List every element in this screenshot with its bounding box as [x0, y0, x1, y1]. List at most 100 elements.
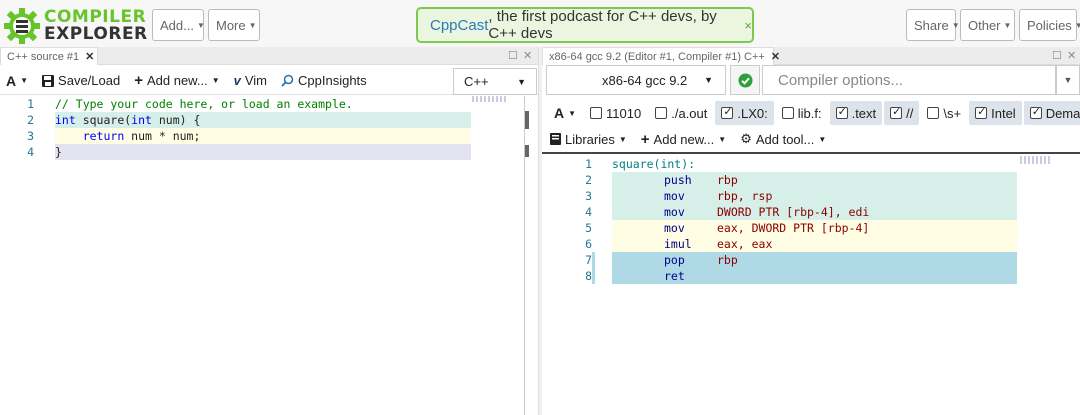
libraries-button[interactable]: Libraries ▼: [550, 132, 627, 147]
tab-title: x86-64 gcc 9.2 (Editor #1, Compiler #1) …: [549, 51, 765, 63]
libraries-label: Libraries: [565, 131, 615, 147]
caret-down-icon: ▼: [248, 20, 257, 30]
cppinsights-button[interactable]: CppInsights: [281, 73, 367, 88]
compiler-value: x86-64 gcc 9.2: [602, 72, 688, 88]
line-number: 1: [585, 157, 592, 171]
compiler-explorer-logo[interactable]: COMPILER EXPLORER: [4, 6, 147, 46]
checkbox-checked-icon: [890, 105, 903, 119]
asm-args: rbp, rsp: [717, 189, 773, 203]
line-number: 7: [585, 253, 592, 267]
scrollbar-thumb[interactable]: [525, 111, 529, 129]
news-close-icon[interactable]: ×: [744, 18, 752, 33]
line-number: 3: [585, 189, 592, 203]
code-line: // Type your code here, or load an examp…: [55, 96, 471, 112]
share-dropdown-button[interactable]: Share ▼: [906, 9, 960, 41]
filter-library-functions[interactable]: lib.f:: [776, 101, 828, 125]
options-dropdown-button[interactable]: ▼: [1056, 65, 1080, 95]
policies-dropdown-button[interactable]: Policies ▼: [1019, 9, 1080, 41]
maximize-icon[interactable]: ☐: [508, 49, 518, 62]
filter-label: \s+: [943, 105, 962, 121]
other-dropdown-button[interactable]: Other ▼: [960, 9, 1015, 41]
asm-op: mov: [664, 205, 685, 219]
source-editor[interactable]: // Type your code here, or load an examp…: [0, 96, 524, 415]
filter-binary[interactable]: 11010: [584, 101, 647, 125]
tab-cpp-source[interactable]: C++ source #1 ✕: [0, 47, 98, 65]
font-size-button[interactable]: A ▼: [548, 101, 582, 125]
minimap[interactable]: [1020, 156, 1050, 164]
plus-icon: +: [134, 72, 143, 89]
compile-status[interactable]: [730, 65, 760, 95]
compiler-options-input[interactable]: Compiler options...: [762, 65, 1056, 95]
filter-whitespace[interactable]: \s+: [921, 101, 967, 125]
font-size-button[interactable]: A ▼: [6, 73, 28, 89]
source-pane: C++ source #1 ✕ ☐ ✕ A ▼ Save/Load + Add ne…: [0, 47, 538, 415]
close-pane-icon[interactable]: ✕: [523, 49, 532, 62]
line-number: 6: [585, 237, 592, 251]
add-new-label: Add new...: [146, 73, 208, 88]
policies-label: Policies: [1027, 17, 1072, 33]
magnifier-icon: [281, 74, 294, 87]
plus-icon: +: [640, 130, 650, 148]
cppinsights-label: CppInsights: [298, 73, 367, 88]
caret-down-icon: ▼: [1074, 20, 1080, 30]
filter-label: .LX0:: [737, 105, 768, 121]
save-load-button[interactable]: Save/Load: [42, 73, 120, 88]
asm-args: eax, DWORD PTR [rbp-4]: [717, 221, 870, 235]
asm-op: mov: [664, 189, 685, 203]
tab-title: C++ source #1: [7, 51, 80, 63]
save-load-label: Save/Load: [58, 73, 121, 88]
filter-directives[interactable]: .text: [829, 101, 883, 125]
compiler-select[interactable]: x86-64 gcc 9.2 ▼: [546, 65, 726, 95]
filter-label: ./a.out: [671, 105, 708, 121]
filter-execute[interactable]: ./a.out: [649, 101, 713, 125]
code-line: return num * num;: [55, 128, 471, 144]
add-new-pane-button[interactable]: + Add new... ▼: [641, 131, 726, 148]
font-icon: A: [554, 105, 565, 121]
assembly-output[interactable]: square(int): push rbp mov rbp, rsp mov D…: [542, 152, 1080, 415]
compiler-pane: x86-64 gcc 9.2 (Editor #1, Compiler #1) …: [542, 47, 1080, 415]
caret-down-icon: ▼: [1003, 20, 1012, 30]
scrollbar-track: [524, 96, 525, 415]
vim-toggle-button[interactable]: v Vim: [234, 73, 267, 88]
gutter-marker: [592, 252, 595, 284]
more-label: More: [216, 17, 246, 33]
add-new-button[interactable]: + Add new... ▼: [134, 72, 219, 89]
more-dropdown-button[interactable]: More ▼: [208, 9, 260, 41]
asm-args: rbp: [717, 173, 738, 187]
caret-down-icon: ▼: [951, 20, 960, 30]
keyword-int: int: [131, 113, 152, 127]
add-tool-button[interactable]: ⚙ Add tool... ▼: [740, 131, 826, 147]
caret-down-icon: ▼: [568, 108, 577, 118]
add-dropdown-button[interactable]: Add... ▼: [152, 9, 205, 41]
close-icon[interactable]: ✕: [85, 51, 94, 63]
vim-icon: v: [233, 73, 241, 88]
line-number: 2: [585, 173, 592, 187]
close-pane-icon[interactable]: ✕: [1067, 49, 1076, 62]
asm-op: mov: [664, 221, 685, 235]
filter-comments[interactable]: //: [884, 101, 920, 125]
top-navbar: COMPILER EXPLORER Add... ▼ More ▼ CppCast …: [0, 0, 1080, 50]
line-number: 1: [27, 97, 34, 111]
cogs-icon: ⚙: [740, 131, 752, 146]
filter-labels[interactable]: .LX0:: [715, 101, 774, 125]
source-tab-strip: C++ source #1 ✕ ☐ ✕: [0, 47, 538, 65]
checkbox-icon: [927, 107, 940, 119]
line-number: 4: [585, 205, 592, 219]
filter-intel-syntax[interactable]: Intel: [969, 101, 1022, 125]
checkbox-checked-icon: [721, 105, 734, 119]
caret-down-icon: ▼: [618, 134, 627, 144]
filter-demangle[interactable]: Demangle: [1023, 101, 1080, 125]
maximize-icon[interactable]: ☐: [1052, 49, 1062, 62]
caret-down-icon: ▼: [211, 76, 220, 85]
language-select[interactable]: C++ ▼: [453, 68, 537, 95]
caret-down-icon: ▼: [20, 76, 29, 85]
tab-compiler[interactable]: x86-64 gcc 9.2 (Editor #1, Compiler #1) …: [542, 47, 780, 65]
filter-label: lib.f:: [797, 105, 822, 121]
close-icon[interactable]: ✕: [771, 51, 780, 63]
minimap[interactable]: [472, 96, 506, 102]
caret-down-icon: ▼: [704, 75, 713, 85]
filter-label: Demangle: [1045, 105, 1080, 121]
asm-op: push: [664, 173, 692, 187]
asm-args: rbp: [717, 253, 738, 267]
news-link[interactable]: CppCast: [430, 17, 488, 34]
